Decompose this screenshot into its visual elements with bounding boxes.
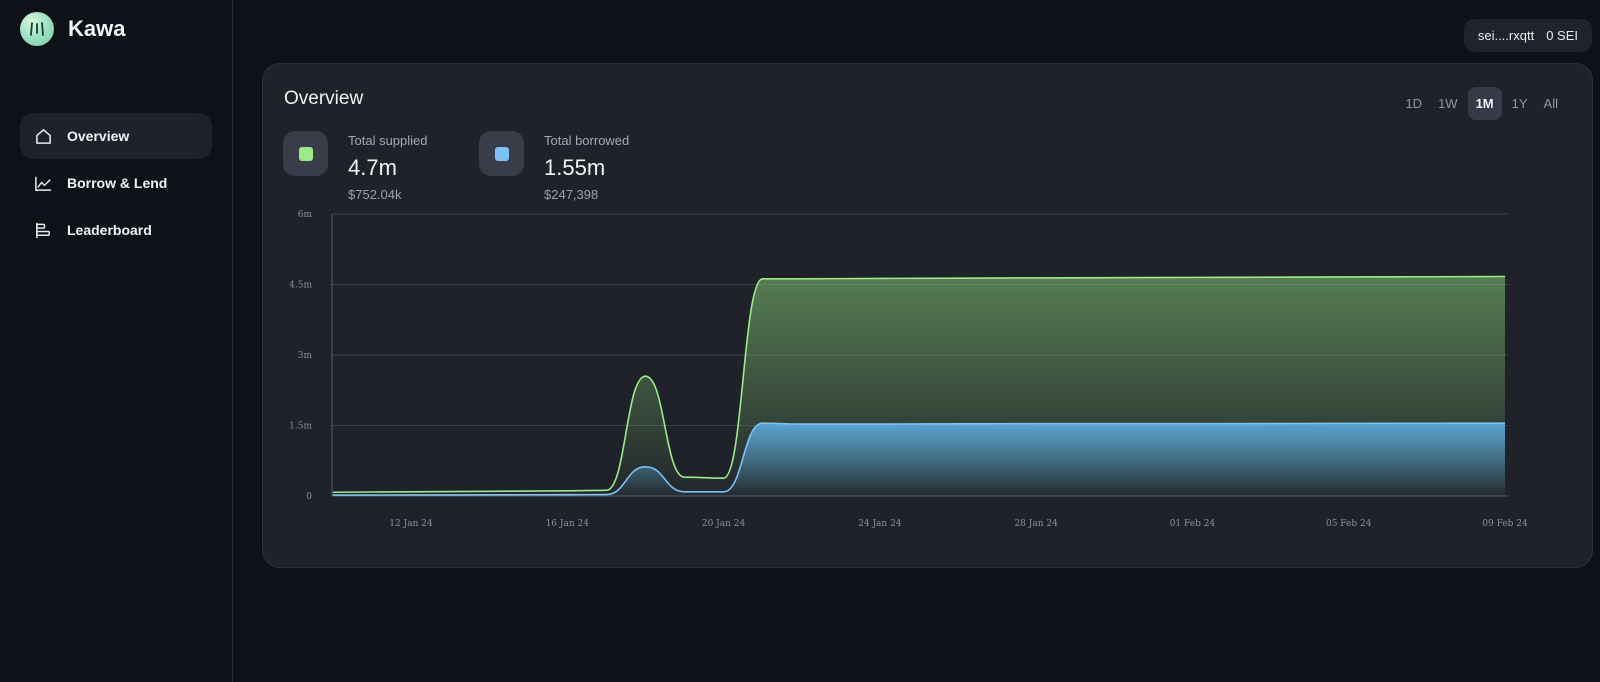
x-tick-label: 28 Jan 24 bbox=[1014, 519, 1058, 529]
sidebar-item-label: Borrow & Lend bbox=[67, 175, 168, 191]
x-tick-label: 24 Jan 24 bbox=[858, 519, 902, 529]
kawa-logo-icon bbox=[20, 12, 54, 46]
wallet-address: sei....rxqtt bbox=[1477, 28, 1535, 43]
sidebar: Kawa Overview Borrow & Lend Leaderboard bbox=[0, 0, 233, 682]
app-name: Kawa bbox=[68, 16, 126, 41]
y-tick-label: 1.5m bbox=[289, 422, 312, 432]
brand[interactable]: Kawa bbox=[20, 12, 125, 46]
x-tick-label: 01 Feb 24 bbox=[1170, 519, 1216, 529]
chart-areas bbox=[332, 275, 1506, 496]
y-tick-label: 4.5m bbox=[289, 281, 312, 291]
series-area bbox=[332, 423, 1505, 496]
x-tick-label: 12 Jan 24 bbox=[389, 519, 433, 529]
wallet-button[interactable]: sei....rxqtt 0 SEI bbox=[1463, 19, 1592, 52]
sidebar-item-leaderboard[interactable]: Leaderboard bbox=[20, 207, 212, 253]
y-tick-label: 0 bbox=[306, 492, 312, 502]
leaderboard-icon bbox=[36, 222, 50, 238]
x-tick-label: 05 Feb 24 bbox=[1326, 519, 1372, 529]
sidebar-nav: Overview Borrow & Lend Leaderboard bbox=[20, 113, 212, 254]
y-tick-label: 6m bbox=[298, 210, 313, 220]
x-tick-label: 16 Jan 24 bbox=[546, 519, 590, 529]
x-tick-label: 20 Jan 24 bbox=[702, 519, 746, 529]
app-root: Kawa Overview Borrow & Lend Leaderboard … bbox=[0, 0, 1600, 682]
sidebar-item-label: Leaderboard bbox=[67, 222, 152, 238]
x-tick-label: 09 Feb 24 bbox=[1482, 519, 1528, 529]
wallet-balance: 0 SEI bbox=[1546, 28, 1578, 43]
home-icon bbox=[36, 128, 51, 144]
line-chart-icon bbox=[35, 176, 52, 191]
sidebar-item-borrow-lend[interactable]: Borrow & Lend bbox=[20, 160, 212, 206]
y-tick-label: 3m bbox=[298, 351, 313, 361]
overview-area-chart: 0 1.5m 3m 4.5m 6m 12 Jan 24 16 Jan 24 20 Jan 24… bbox=[289, 210, 1528, 529]
sidebar-item-label: Overview bbox=[67, 128, 130, 144]
sidebar-item-overview[interactable]: Overview bbox=[20, 113, 212, 159]
overview-card: Overview 1D 1W 1M 1Y All Total supplied … bbox=[262, 63, 1593, 568]
